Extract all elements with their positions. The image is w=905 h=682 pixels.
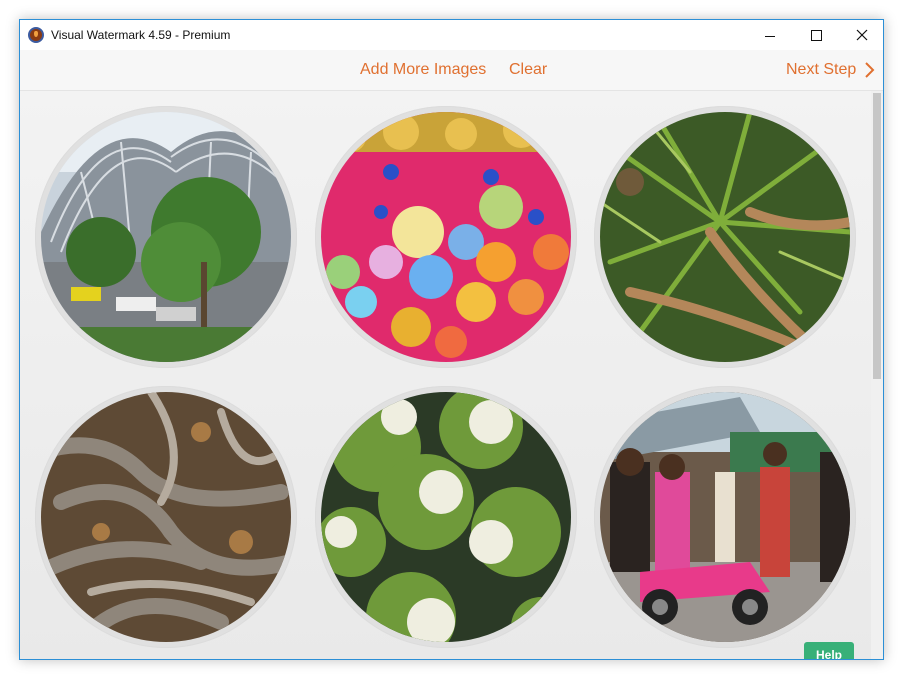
app-logo-icon bbox=[28, 27, 44, 43]
next-step-button[interactable]: Next Step bbox=[786, 61, 856, 79]
image-thumbnail[interactable] bbox=[594, 386, 856, 648]
close-button[interactable] bbox=[839, 20, 883, 50]
image-thumbnail[interactable] bbox=[35, 386, 297, 648]
image-market bbox=[600, 392, 850, 642]
vertical-scrollbar[interactable] bbox=[871, 91, 883, 659]
clear-button[interactable]: Clear bbox=[509, 61, 547, 79]
help-button[interactable]: Help bbox=[804, 642, 854, 659]
image-palm bbox=[600, 112, 850, 362]
image-coconuts bbox=[321, 392, 571, 642]
image-stadium bbox=[41, 112, 291, 362]
image-thumbnail[interactable] bbox=[35, 106, 297, 368]
maximize-icon bbox=[810, 29, 822, 41]
app-window: Visual Watermark 4.59 - Premium Add More… bbox=[19, 19, 884, 660]
chevron-right-icon[interactable] bbox=[862, 62, 878, 78]
minimize-button[interactable] bbox=[747, 20, 793, 50]
maximize-button[interactable] bbox=[793, 20, 839, 50]
close-icon bbox=[856, 29, 868, 41]
window-title: Visual Watermark 4.59 - Premium bbox=[51, 28, 231, 42]
image-thumbnail[interactable] bbox=[315, 386, 577, 648]
image-roots bbox=[41, 392, 291, 642]
minimize-icon bbox=[765, 35, 775, 37]
add-more-images-button[interactable]: Add More Images bbox=[360, 61, 486, 79]
title-bar[interactable]: Visual Watermark 4.59 - Premium bbox=[20, 20, 883, 50]
image-thumbnail[interactable] bbox=[594, 106, 856, 368]
scrollbar-thumb[interactable] bbox=[873, 93, 881, 379]
image-thumbnail[interactable] bbox=[315, 106, 577, 368]
image-grid bbox=[20, 91, 883, 659]
image-lanterns bbox=[321, 112, 571, 362]
toolbar: Add More Images Clear Next Step bbox=[20, 50, 883, 91]
